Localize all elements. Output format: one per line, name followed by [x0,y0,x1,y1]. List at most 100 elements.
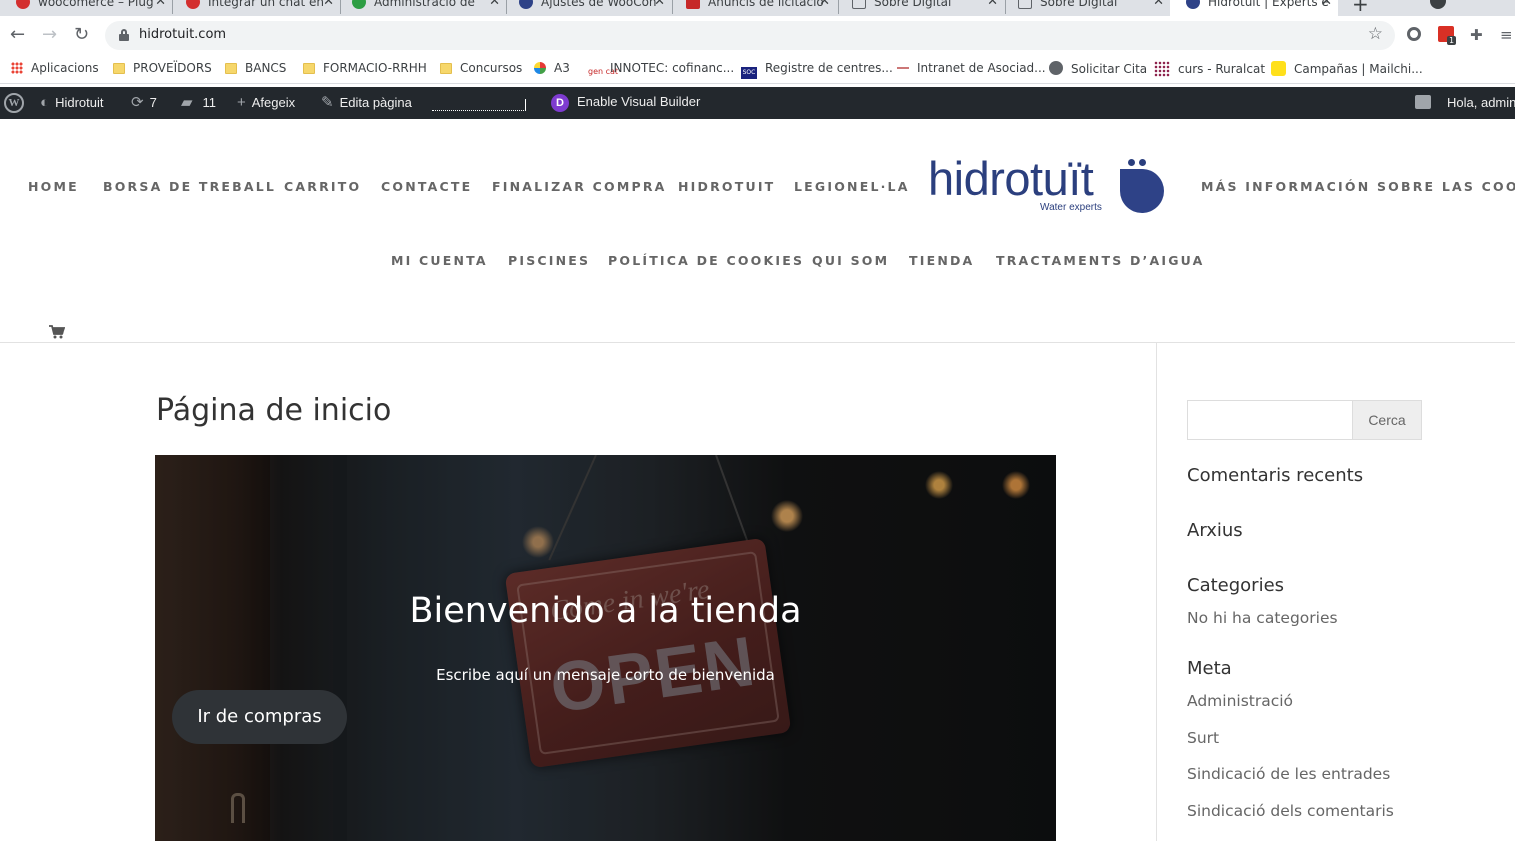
meta-link-entries-feed[interactable]: Sindicació de les entrades [1187,765,1390,783]
bookmark-solicitar-cita[interactable]: Solicitar Cita [1049,61,1147,77]
browser-tab[interactable]: Ajustes de WooCon ✕ [503,0,671,16]
bookmark-intranet[interactable]: Intranet de Asociad... [897,61,1046,77]
close-tab-icon[interactable]: ✕ [489,0,500,13]
sidebar-search-input[interactable] [1187,400,1353,440]
browser-tab[interactable]: woocomerce – Plug ✕ [0,0,172,16]
folder-icon [113,63,125,74]
hidrotuit-favicon-icon [1186,0,1200,9]
mail-favicon-icon [852,0,866,9]
close-tab-icon[interactable]: ✕ [819,0,830,13]
bookmark-a3[interactable]: A3 [534,61,570,77]
admin-divider [432,99,526,111]
admin-updates[interactable]: ⟳ 7 [131,95,157,111]
pencil-icon: ✎ [321,94,334,111]
shopping-cart-icon[interactable] [49,325,65,339]
reload-icon[interactable]: ↻ [74,25,89,45]
water-drop-icon [1120,169,1164,213]
close-tab-icon[interactable]: ✕ [155,0,166,13]
mailchimp-icon [1271,61,1286,76]
nav-hidrotuit[interactable]: HIDROTUIT [678,179,775,194]
hero-subtitle: Escribe aquí un mensaje corto de bienven… [436,666,775,684]
bookmark-star-icon[interactable]: ☆ [1368,24,1383,44]
no-categories-text: No hi ha categories [1187,609,1338,627]
admin-new[interactable]: + Afegeix [237,95,295,111]
close-tab-icon[interactable]: ✕ [323,0,334,13]
mail-favicon-icon [1018,0,1032,9]
grid-icon [1154,61,1170,77]
bookmark-registre[interactable]: SOC Registre de centres... [741,61,893,79]
hero-title: Bienvenido a la tienda [409,591,802,631]
admin-comments[interactable]: ▰ 11 [181,95,216,111]
globe-icon [1049,61,1063,75]
browser-tab[interactable]: Sobre Digital ✕ [1002,0,1170,16]
wordpress-favicon-icon [186,0,200,9]
nav-contacte[interactable]: CONTACTE [381,179,472,194]
nav-politica-de-cookies[interactable]: POLÍTICA DE COOKIES [608,253,804,268]
nav-home[interactable]: HOME [28,179,79,194]
address-bar[interactable]: hidrotuit.com ☆ [105,21,1395,50]
nav-legionella[interactable]: LEGIONEL·LA [794,179,910,194]
wp-admin-bar: W ◐ Hidrotuit ⟳ 7 ▰ 11 + Afegeix ✎ Edita pàgi… [0,87,1515,119]
divi-logo-icon: D [551,94,569,112]
close-tab-icon[interactable]: ✕ [1153,0,1164,13]
nav-carrito[interactable]: CARRITO [284,179,361,194]
admin-account[interactable]: Hola, admin [1415,95,1515,111]
bookmark-mailchimp[interactable]: Campañas | Mailchi... [1271,61,1423,77]
tab-search-icon[interactable] [1430,0,1446,9]
sidebar-divider [1156,343,1157,841]
admin-visual-builder[interactable]: D Enable Visual Builder [551,94,700,112]
back-arrow-icon[interactable]: ← [10,25,25,45]
nav-piscines[interactable]: PISCINES [508,253,590,268]
browser-tab[interactable]: Administració de ✕ [336,0,506,16]
soc-icon: SOC [741,67,757,79]
nav-mas-informacion-cookies[interactable]: MÁS INFORMACIÓN SOBRE LAS COOKIES [1201,179,1515,194]
meta-link-admin[interactable]: Administració [1187,692,1293,710]
a3-icon [534,62,546,74]
site-logo[interactable]: hidrotuït Water experts [928,149,1168,219]
site-header: HOME BORSA DE TREBALL CARRITO CONTACTE F… [0,119,1515,343]
bookmark-folder[interactable]: Concursos [440,61,522,77]
bookmark-apps[interactable]: Aplicacions [11,61,99,77]
browser-toolbar: ← → ↻ hidrotuit.com ☆ 1 ✚ ≡ [0,16,1515,54]
close-tab-icon[interactable]: ✕ [654,0,665,13]
widget-title-categories: Categories [1187,575,1285,596]
nav-tienda[interactable]: TIENDA [909,253,974,268]
extension-circle-icon[interactable] [1407,27,1421,41]
admin-edit-page[interactable]: ✎ Edita pàgina [321,95,412,111]
close-tab-icon[interactable]: ✕ [987,0,998,13]
forward-arrow-icon[interactable]: → [42,25,57,45]
bookmark-innotec[interactable]: gen catINNOTEC: cofinanc... [588,61,734,77]
close-tab-icon[interactable]: ✕ [1321,0,1332,13]
shop-now-button[interactable]: Ir de compras [172,690,347,744]
wordpress-favicon-icon [352,0,366,9]
admin-site-name[interactable]: ◐ Hidrotuit [40,95,103,111]
menu-icon[interactable]: ≡ [1500,25,1513,45]
browser-tab[interactable]: Sobre Digital ✕ [836,0,1004,16]
bookmark-ruralcat[interactable]: curs - Ruralcat [1154,61,1265,77]
sidebar-search-button[interactable]: Cerca [1352,400,1422,440]
gencat-favicon-icon [686,0,700,9]
folder-icon [303,63,315,74]
woocommerce-favicon-icon [519,0,533,9]
bookmark-folder[interactable]: PROVEÏDORS [113,61,212,77]
browser-tab[interactable]: Integrar un chat en ✕ [170,0,340,16]
bookmark-folder[interactable]: FORMACIO-RRHH [303,61,427,77]
extension-red-icon[interactable]: 1 [1438,26,1457,45]
wordpress-logo-icon[interactable]: W [4,93,24,113]
updates-refresh-icon: ⟳ [131,94,144,111]
nav-finalizar-compra[interactable]: FINALIZAR COMPRA [492,179,667,194]
nav-qui-som[interactable]: QUI SOM [812,253,889,268]
new-tab-icon[interactable]: + [1352,0,1369,16]
nav-tractaments-daigua[interactable]: TRACTAMENTS D’AIGUA [996,253,1205,268]
nav-borsa-de-treball[interactable]: BORSA DE TREBALL [103,179,276,194]
browser-tab[interactable]: Anuncis de licitació ✕ [670,0,836,16]
apps-grid-icon [11,62,23,74]
nav-mi-cuenta[interactable]: MI CUENTA [391,253,488,268]
browser-tab-active[interactable]: Hidrotuït | Experts e ✕ [1170,0,1338,16]
meta-link-comments-feed[interactable]: Sindicació dels comentaris [1187,802,1394,820]
meta-link-logout[interactable]: Surt [1187,729,1219,747]
puzzle-extensions-icon[interactable]: ✚ [1470,25,1483,45]
dash-icon [897,67,909,69]
bookmark-folder[interactable]: BANCS [225,61,286,77]
logo-tagline: Water experts [1040,202,1102,213]
